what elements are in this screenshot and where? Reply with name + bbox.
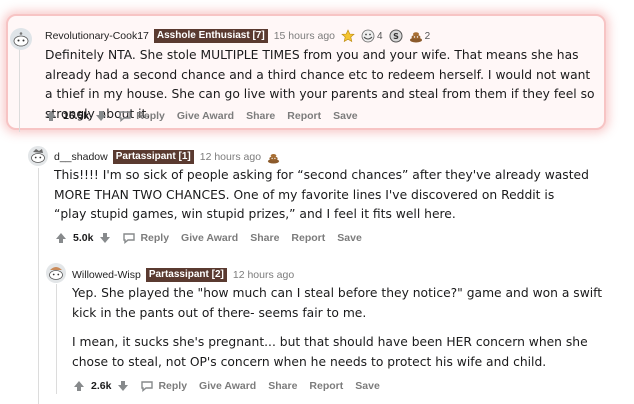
thread-line[interactable] bbox=[56, 284, 57, 394]
give-award-label: Give Award bbox=[181, 232, 239, 244]
report-button[interactable]: Report bbox=[291, 232, 325, 244]
report-button[interactable]: Report bbox=[287, 110, 321, 122]
share-label: Share bbox=[268, 380, 298, 392]
username[interactable]: Revolutionary-Cook17 bbox=[45, 30, 149, 42]
comment-paragraph: I mean, it sucks she's pregnant... but t… bbox=[72, 335, 588, 369]
thread-line[interactable] bbox=[19, 46, 20, 132]
username[interactable]: Willowed-Wisp bbox=[72, 269, 141, 281]
reply-icon bbox=[119, 111, 131, 122]
give-award-button[interactable]: Give Award bbox=[199, 380, 256, 392]
reply-icon bbox=[123, 233, 136, 244]
award-count: 4 bbox=[377, 30, 383, 42]
thread-line[interactable] bbox=[38, 168, 39, 404]
reply-button[interactable]: Reply bbox=[119, 110, 165, 122]
reply-label: Reply bbox=[158, 380, 188, 392]
reply-button[interactable]: Reply bbox=[141, 380, 187, 392]
reply-label: Reply bbox=[140, 232, 170, 244]
avatar[interactable] bbox=[10, 28, 32, 50]
comment-body: This!!!! I'm so sick of people asking fo… bbox=[54, 166, 589, 225]
timestamp[interactable]: 12 hours ago bbox=[200, 151, 261, 163]
give-award-label: Give Award bbox=[199, 380, 257, 392]
avatar[interactable] bbox=[28, 146, 48, 166]
reply-icon bbox=[141, 381, 154, 392]
report-label: Report bbox=[291, 232, 326, 244]
user-flair: Partassipant [1] bbox=[112, 150, 194, 164]
helpful-award-icon[interactable] bbox=[341, 29, 355, 43]
share-label: Share bbox=[250, 232, 280, 244]
report-label: Report bbox=[287, 110, 322, 122]
user-flair: Asshole Enthusiast [7] bbox=[153, 29, 268, 43]
downvote-icon[interactable] bbox=[99, 232, 111, 244]
comment-meta: Revolutionary-Cook17 Asshole Enthusiast … bbox=[45, 29, 430, 43]
share-label: Share bbox=[246, 110, 276, 122]
comment-actions: 2.6k Reply Give Award Share Report Save bbox=[73, 380, 380, 392]
save-label: Save bbox=[333, 110, 358, 122]
award-count: 2 bbox=[424, 30, 431, 42]
downvote-icon[interactable] bbox=[117, 380, 129, 392]
share-button[interactable]: Share bbox=[250, 232, 279, 244]
comment-meta: d__shadow Partassipant [1] 12 hours ago bbox=[54, 150, 280, 164]
report-button[interactable]: Report bbox=[309, 380, 343, 392]
save-button[interactable]: Save bbox=[355, 380, 380, 392]
upvote-icon[interactable] bbox=[55, 232, 67, 244]
save-label: Save bbox=[355, 380, 380, 392]
vote-count: 5.0k bbox=[73, 232, 94, 244]
comment-paragraph: Yep. She played the "how much can I stea… bbox=[72, 286, 603, 320]
save-button[interactable]: Save bbox=[337, 232, 362, 244]
username[interactable]: d__shadow bbox=[54, 151, 108, 163]
save-button[interactable]: Save bbox=[333, 110, 358, 122]
share-button[interactable]: Share bbox=[246, 110, 275, 122]
vote-count: 16.5k bbox=[63, 110, 90, 122]
comment-body: Yep. She played the "how much can I stea… bbox=[72, 284, 607, 372]
give-award-label: Give Award bbox=[176, 110, 235, 122]
share-button[interactable]: Share bbox=[268, 380, 297, 392]
timestamp[interactable]: 15 hours ago bbox=[274, 30, 335, 42]
user-flair: Partassipant [2] bbox=[145, 268, 227, 282]
give-award-button[interactable]: Give Award bbox=[181, 232, 238, 244]
silver-award-icon[interactable]: S bbox=[389, 29, 403, 43]
svg-text:S: S bbox=[393, 32, 399, 41]
downvote-icon[interactable] bbox=[95, 110, 107, 122]
avatar[interactable] bbox=[46, 263, 66, 283]
reply-button[interactable]: Reply bbox=[123, 232, 169, 244]
comment-paragraph: This!!!! I'm so sick of people asking fo… bbox=[54, 168, 589, 221]
vote-count: 2.6k bbox=[91, 380, 112, 392]
comment-actions: 5.0k Reply Give Award Share Report Save bbox=[55, 232, 362, 244]
upvote-icon[interactable] bbox=[45, 110, 57, 122]
wholesome-award-icon[interactable]: 4 bbox=[361, 29, 383, 43]
report-label: Report bbox=[309, 380, 344, 392]
give-award-button[interactable]: Give Award bbox=[177, 110, 234, 122]
poop-award-icon[interactable]: 2 bbox=[409, 29, 431, 43]
upvote-icon[interactable] bbox=[73, 380, 85, 392]
comment-actions: 16.5k Reply Give Award Share Report Save bbox=[45, 110, 358, 122]
comment-meta: Willowed-Wisp Partassipant [2] 12 hours … bbox=[72, 268, 294, 282]
timestamp[interactable]: 12 hours ago bbox=[233, 269, 294, 281]
poop-award-icon[interactable] bbox=[267, 151, 280, 164]
reply-label: Reply bbox=[136, 110, 165, 122]
save-label: Save bbox=[337, 232, 362, 244]
